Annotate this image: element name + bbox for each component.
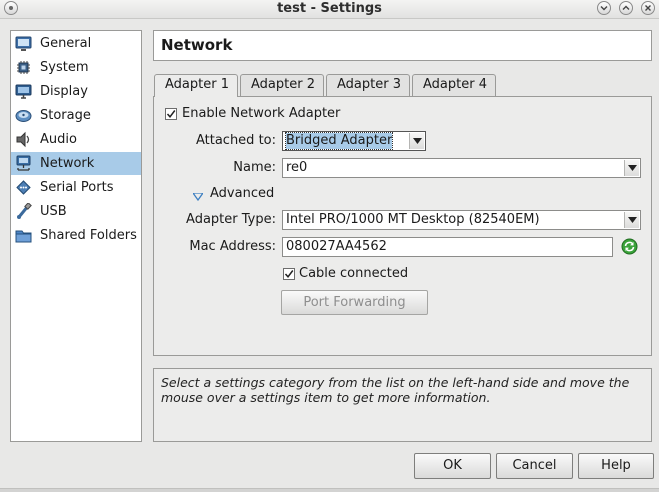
sidebar-item-label: System bbox=[40, 60, 89, 75]
sidebar-item-system[interactable]: System bbox=[11, 56, 141, 79]
advanced-toggle[interactable]: Advanced bbox=[210, 186, 274, 201]
usb-icon bbox=[15, 202, 32, 220]
attached-to-select[interactable]: Bridged Adapter bbox=[282, 131, 426, 151]
help-button[interactable]: Help bbox=[578, 453, 654, 479]
dropdown-arrow bbox=[624, 160, 639, 176]
cable-connected-label[interactable]: Cable connected bbox=[299, 266, 408, 281]
chevron-down-icon bbox=[600, 6, 608, 11]
tab-adapter-3[interactable]: Adapter 3 bbox=[326, 74, 410, 96]
sidebar-item-display[interactable]: Display bbox=[11, 80, 141, 103]
dropdown-arrow bbox=[624, 212, 639, 228]
dropdown-arrow bbox=[409, 133, 424, 149]
sidebar-item-label: Display bbox=[40, 84, 88, 99]
attached-to-label: Attached to: bbox=[195, 133, 276, 148]
adapter-type-select[interactable]: Intel PRO/1000 MT Desktop (82540EM) bbox=[282, 210, 641, 230]
mac-address-field[interactable]: 080027AA4562 bbox=[282, 237, 613, 257]
display-monitor-icon bbox=[15, 83, 32, 100]
adapter-type-label: Adapter Type: bbox=[186, 212, 276, 227]
audio-speaker-icon bbox=[15, 131, 32, 148]
page-title: Network bbox=[161, 36, 233, 54]
enable-adapter-checkbox[interactable] bbox=[165, 108, 177, 120]
sidebar-item-shared-folders[interactable]: Shared Folders bbox=[11, 224, 141, 247]
info-panel: Select a settings category from the list… bbox=[153, 368, 652, 442]
attached-to-value: Bridged Adapter bbox=[284, 132, 394, 150]
tab-adapter-4[interactable]: Adapter 4 bbox=[412, 74, 496, 96]
chevron-down-icon bbox=[628, 217, 637, 223]
network-icon bbox=[15, 155, 32, 172]
close-button[interactable] bbox=[641, 1, 655, 15]
checkmark-icon bbox=[166, 110, 176, 118]
window-title: test - Settings bbox=[277, 1, 382, 16]
cable-connected-checkbox[interactable] bbox=[283, 268, 295, 280]
settings-category-list: General System Display Storage Audio Net… bbox=[10, 30, 142, 442]
storage-disk-icon bbox=[15, 107, 32, 124]
sidebar-item-storage[interactable]: Storage bbox=[11, 104, 141, 127]
system-chip-icon bbox=[15, 59, 32, 76]
name-value: re0 bbox=[286, 160, 308, 175]
serial-ports-icon bbox=[15, 179, 32, 196]
port-forwarding-button[interactable]: Port Forwarding bbox=[281, 290, 428, 315]
info-text: Select a settings category from the list… bbox=[161, 375, 630, 405]
sidebar-item-general[interactable]: General bbox=[11, 32, 141, 55]
chevron-down-icon bbox=[628, 165, 637, 171]
sidebar-item-usb[interactable]: USB bbox=[11, 200, 141, 223]
title-bar: test - Settings bbox=[0, 0, 659, 19]
sidebar-item-label: Shared Folders bbox=[40, 228, 137, 243]
name-label: Name: bbox=[233, 160, 276, 175]
name-select[interactable]: re0 bbox=[282, 158, 641, 178]
ok-button[interactable]: OK bbox=[414, 453, 491, 479]
refresh-mac-icon[interactable] bbox=[621, 238, 638, 259]
tab-adapter-1[interactable]: Adapter 1 bbox=[154, 74, 238, 97]
tab-adapter-2[interactable]: Adapter 2 bbox=[240, 74, 324, 96]
sidebar-item-label: Network bbox=[40, 156, 95, 171]
general-icon bbox=[15, 35, 32, 52]
minimize-button[interactable] bbox=[597, 1, 611, 15]
sidebar-item-label: Serial Ports bbox=[40, 180, 114, 195]
sidebar-item-label: General bbox=[40, 36, 92, 51]
sidebar-item-audio[interactable]: Audio bbox=[11, 128, 141, 151]
sidebar-item-label: Audio bbox=[40, 132, 77, 147]
chevron-up-icon bbox=[622, 5, 630, 10]
maximize-button[interactable] bbox=[619, 1, 633, 15]
adapter-panel: Enable Network Adapter Attached to: Brid… bbox=[153, 96, 652, 356]
adapter-type-value: Intel PRO/1000 MT Desktop (82540EM) bbox=[286, 212, 540, 227]
page-header: Network bbox=[153, 30, 652, 61]
shared-folder-icon bbox=[15, 227, 32, 244]
mac-address-label: Mac Address: bbox=[189, 239, 276, 254]
mac-address-value: 080027AA4562 bbox=[286, 239, 387, 254]
bottom-edge bbox=[0, 488, 659, 492]
chevron-down-icon bbox=[413, 138, 422, 144]
checkmark-icon bbox=[284, 270, 294, 278]
sidebar-item-network[interactable]: Network bbox=[11, 152, 141, 175]
advanced-expander-icon[interactable] bbox=[191, 190, 205, 205]
sidebar-item-label: Storage bbox=[40, 108, 91, 123]
cancel-button[interactable]: Cancel bbox=[496, 453, 573, 479]
sidebar-item-label: USB bbox=[40, 204, 67, 219]
sidebar-item-serial-ports[interactable]: Serial Ports bbox=[11, 176, 141, 199]
enable-adapter-label[interactable]: Enable Network Adapter bbox=[182, 106, 340, 121]
close-icon bbox=[645, 5, 651, 11]
